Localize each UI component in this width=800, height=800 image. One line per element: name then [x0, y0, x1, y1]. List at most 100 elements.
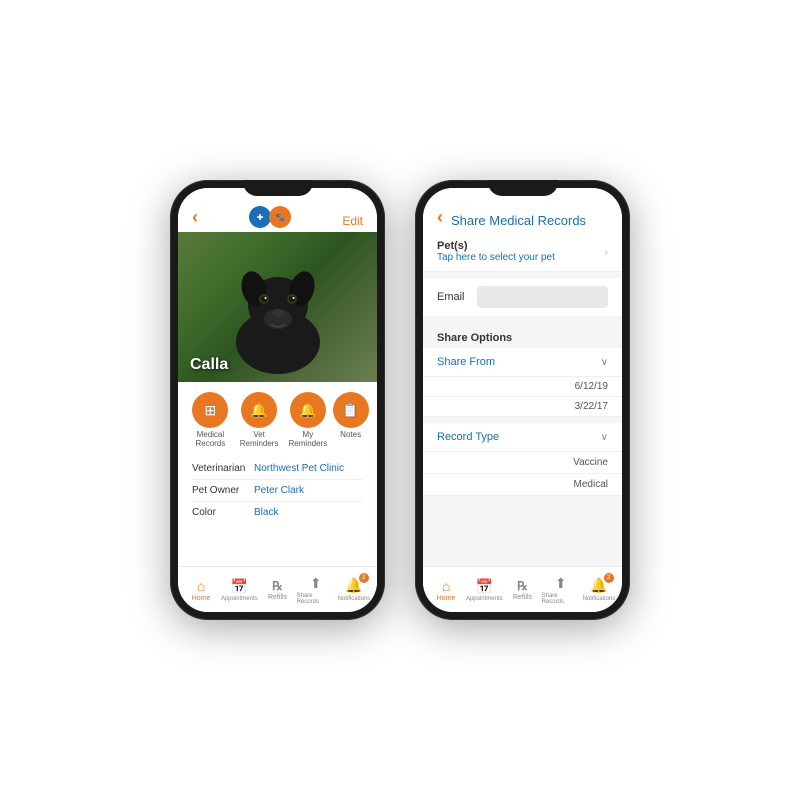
- phone-1-screen: ‹ ✚ 🐾 Edit: [178, 188, 377, 612]
- logo-stethoscope-icon: ✚: [249, 206, 271, 228]
- pets-info: Pet(s) Tap here to select your pet: [437, 240, 555, 263]
- pets-section: Pet(s) Tap here to select your pet ›: [423, 232, 622, 272]
- medical-record: Medical: [423, 474, 622, 496]
- record-type-chevron-icon: ∨: [601, 432, 608, 443]
- home2-icon: ⌂: [442, 578, 450, 594]
- scene: ‹ ✚ 🐾 Edit: [170, 180, 630, 620]
- medical-records-label: Medical Records: [186, 430, 234, 448]
- email-field-label: Email: [437, 291, 469, 303]
- share-options-label: Share Options: [437, 332, 512, 344]
- bottom-nav-1: ⌂ Home 📅 Appointments ℞ Refills ⬆ Share …: [178, 566, 377, 612]
- share-options-header: Share Options: [423, 322, 622, 348]
- nav2-refills[interactable]: ℞ Refills: [503, 579, 541, 601]
- bottom-nav-2: ⌂ Home 📅 Appointments ℞ Refills ⬆ Share …: [423, 566, 622, 612]
- pets-chevron-icon: ›: [604, 245, 608, 259]
- refills-label: Refills: [268, 594, 287, 601]
- pet-info: Veterinarian Northwest Pet Clinic Pet Ow…: [178, 452, 377, 566]
- share-from-section: Share From ∨ 6/12/19 3/22/17: [423, 348, 622, 417]
- logo-paw-icon: 🐾: [269, 206, 291, 228]
- notch-1: [243, 180, 313, 196]
- share2-icon: ⬆: [555, 575, 567, 592]
- pets-row[interactable]: Pet(s) Tap here to select your pet ›: [423, 232, 622, 272]
- action-icons: ⊞ Medical Records 🔔 Vet Reminders 🔔 My R…: [178, 382, 377, 452]
- vet-reminders-action[interactable]: 🔔 Vet Reminders: [235, 392, 283, 448]
- vaccine-record: Vaccine: [423, 452, 622, 474]
- email-input[interactable]: [477, 286, 608, 308]
- refills2-label: Refills: [513, 594, 532, 601]
- medical-label: Medical: [437, 479, 608, 490]
- nav-refills[interactable]: ℞ Refills: [258, 579, 296, 601]
- share-from-label: Share From: [437, 356, 495, 368]
- notifications2-label: Notifications: [583, 596, 616, 602]
- pet-photo: Calla: [178, 232, 377, 382]
- notifications-label: Notifications: [338, 596, 371, 602]
- appointments-icon: 📅: [231, 578, 248, 595]
- notch-2: [488, 180, 558, 196]
- refills-icon: ℞: [272, 579, 283, 593]
- notifications2-badge-container: 🔔 2: [590, 577, 607, 595]
- date-2: 3/22/17: [437, 401, 608, 412]
- vet-reminders-label: Vet Reminders: [235, 430, 283, 448]
- veterinarian-value[interactable]: Northwest Pet Clinic: [254, 463, 344, 474]
- home-label: Home: [192, 595, 211, 602]
- pet-owner-row: Pet Owner Peter Clark: [192, 480, 363, 502]
- appointments2-label: Appointments: [466, 596, 503, 602]
- vaccine-label: Vaccine: [437, 457, 608, 468]
- veterinarian-row: Veterinarian Northwest Pet Clinic: [192, 458, 363, 480]
- pet-owner-value[interactable]: Peter Clark: [254, 485, 304, 496]
- color-label: Color: [192, 507, 254, 518]
- my-reminders-action[interactable]: 🔔 My Reminders: [284, 392, 332, 448]
- nav2-share-records[interactable]: ⬆ Share Records: [542, 575, 580, 605]
- date-row-2: 3/22/17: [423, 397, 622, 417]
- veterinarian-label: Veterinarian: [192, 463, 254, 474]
- record-type-section: Record Type ∨ Vaccine Medical: [423, 423, 622, 496]
- record-type-row[interactable]: Record Type ∨: [423, 423, 622, 452]
- notifications-badge-container: 🔔 2: [345, 577, 362, 595]
- share-records-icon: ⬆: [310, 575, 322, 592]
- nav2-notifications[interactable]: 🔔 2 Notifications: [580, 577, 618, 602]
- notes-label: Notes: [340, 430, 361, 439]
- date-row-1: 6/12/19: [423, 377, 622, 397]
- notification-count: 2: [359, 573, 369, 583]
- medical-records-icon: ⊞: [192, 392, 228, 428]
- date-1: 6/12/19: [437, 381, 608, 392]
- nav-notifications[interactable]: 🔔 2 Notifications: [335, 577, 373, 602]
- share-records-label: Share Records: [297, 593, 335, 605]
- back-button[interactable]: ‹: [192, 207, 198, 228]
- email-row: Email: [423, 278, 622, 316]
- notes-action[interactable]: 📋 Notes: [333, 392, 369, 448]
- my-reminders-label: My Reminders: [284, 430, 332, 448]
- appointments-label: Appointments: [221, 596, 258, 602]
- share-from-chevron-icon: ∨: [601, 357, 608, 368]
- notes-icon: 📋: [333, 392, 369, 428]
- pet-owner-label: Pet Owner: [192, 485, 254, 496]
- vet-reminders-icon: 🔔: [241, 392, 277, 428]
- nav2-home[interactable]: ⌂ Home: [427, 578, 465, 602]
- phone-2-screen: ‹ Share Medical Records Pet(s) Tap here …: [423, 188, 622, 612]
- nav-home[interactable]: ⌂ Home: [182, 578, 220, 602]
- appointments2-icon: 📅: [476, 578, 493, 595]
- app-logo: ✚ 🐾: [249, 206, 291, 228]
- home-icon: ⌂: [197, 578, 205, 594]
- record-type-label: Record Type: [437, 431, 499, 443]
- edit-button[interactable]: Edit: [342, 214, 363, 228]
- pets-field-sub: Tap here to select your pet: [437, 252, 555, 263]
- share2-label: Share Records: [542, 593, 580, 605]
- share-title: Share Medical Records: [443, 213, 594, 228]
- share-from-row[interactable]: Share From ∨: [423, 348, 622, 377]
- dog-image: [208, 237, 348, 382]
- medical-records-action[interactable]: ⊞ Medical Records: [186, 392, 234, 448]
- notification2-count: 2: [604, 573, 614, 583]
- nav-appointments[interactable]: 📅 Appointments: [220, 578, 258, 602]
- phone-2: ‹ Share Medical Records Pet(s) Tap here …: [415, 180, 630, 620]
- color-row: Color Black: [192, 502, 363, 523]
- nav-share-records[interactable]: ⬆ Share Records: [297, 575, 335, 605]
- pet-name: Calla: [190, 356, 228, 374]
- nav2-appointments[interactable]: 📅 Appointments: [465, 578, 503, 602]
- home2-label: Home: [437, 595, 456, 602]
- share-form: Pet(s) Tap here to select your pet › Ema…: [423, 232, 622, 566]
- refills2-icon: ℞: [517, 579, 528, 593]
- my-reminders-icon: 🔔: [290, 392, 326, 428]
- pets-field-label: Pet(s): [437, 240, 555, 252]
- color-value: Black: [254, 507, 278, 518]
